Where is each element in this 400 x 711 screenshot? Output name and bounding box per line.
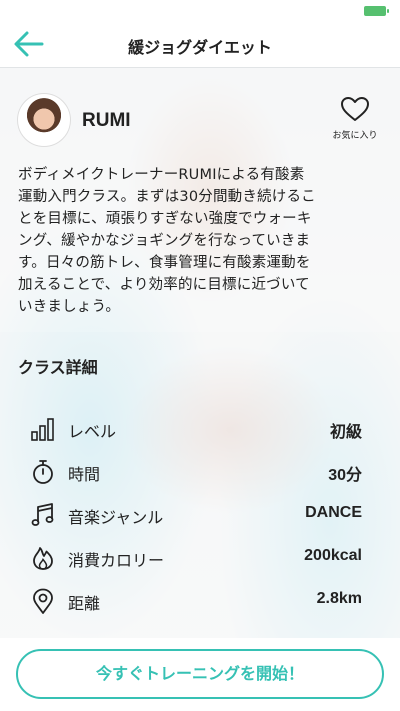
detail-label: 消費カロリー [68,551,165,570]
music-note-icon [31,503,54,526]
detail-value: 2.8km [316,590,362,607]
description-line: いきましょう。 [18,299,121,315]
favorite-label: お気に入り [332,131,378,141]
class-description: ボディメイクトレーナーRUMIによる有酸素 運動入門クラス。まずは30分間動き続… [18,164,386,318]
detail-label: 時間 [68,465,101,484]
detail-row-distance: 距離 2.8km [30,586,362,616]
coach-name: RUMI [82,110,131,131]
detail-row-music: 音楽ジャンル DANCE [30,500,362,530]
detail-row-calories: 消費カロリー 200kcal [30,543,362,573]
page-title: 緩ジョグダイエット [128,38,272,57]
description-line: 加えることで、より効率的に目標に近づいて [18,277,310,293]
detail-label: レベル [68,422,117,441]
coach-section: RUMI お気に入り ボディメイクトレーナーRUMIによる有酸素 運動入門クラス… [0,68,400,332]
detail-value: 初級 [329,424,362,441]
detail-row-time: 時間 30分 [30,457,362,487]
location-pin-icon [33,588,53,614]
detail-label: 距離 [68,594,101,613]
description-line: す。日々の筋トレ、食事管理に有酸素運動を [18,255,311,271]
detail-row-level: レベル 初級 [30,414,362,444]
status-bar [0,0,400,20]
detail-label: 音楽ジャンル [68,508,164,527]
flame-icon [33,547,53,570]
detail-value: 30分 [328,467,362,484]
class-details-title: クラス詳細 [18,358,98,377]
detail-value: DANCE [305,504,362,521]
class-details-section: クラス詳細 レベル 初級 時間 30分 音楽ジャンル DANCE 消費カロリー … [0,332,400,638]
coach-avatar [18,94,70,146]
description-line: 運動入門クラス。まずは30分間動き続けるこ [18,189,316,205]
description-line: とを目標に、頑張りすぎない強度でウォーキ [18,211,312,227]
class-detail-content[interactable]: RUMI お気に入り ボディメイクトレーナーRUMIによる有酸素 運動入門クラス… [0,68,400,711]
battery-icon [364,6,389,16]
navigation-bar: 緩ジョグダイエット [0,20,400,68]
start-training-button[interactable]: 今すぐトレーニングを開始！ [16,649,384,699]
bottom-action-bar: 今すぐトレーニングを開始！ [0,638,400,711]
favorite-button[interactable]: お気に入り [326,96,384,141]
heart-outline-icon [341,97,369,121]
description-line: ング、緩やかなジョギングを行なっていきま [18,233,311,249]
level-bars-icon [31,418,54,441]
stopwatch-icon [33,460,53,484]
detail-value: 200kcal [304,547,362,564]
description-line: ボディメイクトレーナーRUMIによる有酸素 [18,167,305,183]
